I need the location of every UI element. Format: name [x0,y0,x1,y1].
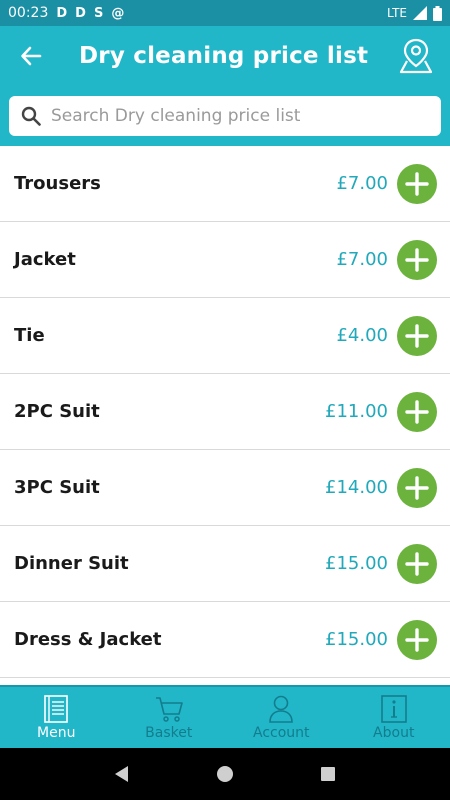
item-name: Jacket [14,249,76,270]
item-name: Dress & Jacket [14,629,162,650]
battery-icon [433,5,442,21]
system-recents-icon[interactable] [319,765,337,783]
plus-icon [405,551,429,576]
nav-menu[interactable]: Menu [0,687,113,748]
plus-icon [405,323,429,348]
menu-book-icon [44,694,69,723]
item-name: Tie [14,325,45,346]
search-input[interactable] [51,106,421,126]
notification-s-icon: S [93,5,104,21]
system-back-icon[interactable] [113,765,131,783]
item-name: Trousers [14,173,101,194]
basket-icon [155,696,183,722]
plus-icon [405,475,429,500]
map-button[interactable] [386,26,446,86]
item-name: 2PC Suit [14,401,100,422]
list-item[interactable]: Jacket £7.00 [0,222,450,298]
back-button[interactable] [0,26,62,86]
list-item[interactable]: 2PC Suit £11.00 [0,374,450,450]
add-button[interactable] [397,619,437,660]
item-price: £4.00 [336,325,388,346]
list-item[interactable]: Trousers £7.00 [0,146,450,222]
add-button[interactable] [397,239,437,280]
plus-icon [405,171,429,196]
notification-d-icon: D [56,5,68,21]
info-icon [380,694,407,723]
list-item[interactable]: Dinner Suit £15.00 [0,526,450,602]
search-box[interactable] [9,96,441,136]
search-bar [0,86,450,146]
system-home-icon[interactable] [216,765,234,783]
person-icon [269,695,294,723]
nav-about[interactable]: About [338,687,450,748]
add-button[interactable] [397,543,437,584]
nav-account[interactable]: Account [225,687,338,748]
item-price: £15.00 [325,553,388,574]
notification-at-icon: @ [111,5,125,21]
notification-d-icon: D [75,5,86,21]
add-button[interactable] [397,315,437,356]
search-icon [21,106,41,126]
nav-label: Account [252,724,310,741]
bottom-nav: Menu Basket Account About [0,685,450,748]
item-name: Dinner Suit [14,553,129,574]
plus-icon [405,247,429,272]
item-price: £7.00 [336,249,388,270]
item-price: £15.00 [325,629,388,650]
signal-icon [413,6,427,20]
status-bar: 00:23 D D S @ LTE [0,0,450,26]
item-price: £14.00 [325,477,388,498]
app-bar: Dry cleaning price list [0,26,450,86]
list-item[interactable]: Dress & Jacket £15.00 [0,602,450,678]
nav-label: Basket [145,724,193,741]
item-price: £7.00 [336,173,388,194]
network-type: LTE [387,6,407,20]
nav-label: Menu [37,724,76,741]
item-name: 3PC Suit [14,477,100,498]
back-arrow-icon [21,46,42,66]
system-nav-bar [0,748,450,800]
add-button[interactable] [397,391,437,432]
plus-icon [405,399,429,424]
item-price: £11.00 [325,401,388,422]
page-title: Dry cleaning price list [79,43,369,69]
status-time: 00:23 [8,5,49,21]
list-item[interactable]: 3PC Suit £14.00 [0,450,450,526]
list-item[interactable]: Tie £4.00 [0,298,450,374]
nav-label: About [373,724,415,741]
add-button[interactable] [397,467,437,508]
nav-basket[interactable]: Basket [113,687,226,748]
map-pin-icon [399,38,433,74]
add-button[interactable] [397,163,437,204]
price-list: Trousers £7.00 Jacket £7.00 Tie £4.00 2P… [0,146,450,685]
plus-icon [405,627,429,652]
